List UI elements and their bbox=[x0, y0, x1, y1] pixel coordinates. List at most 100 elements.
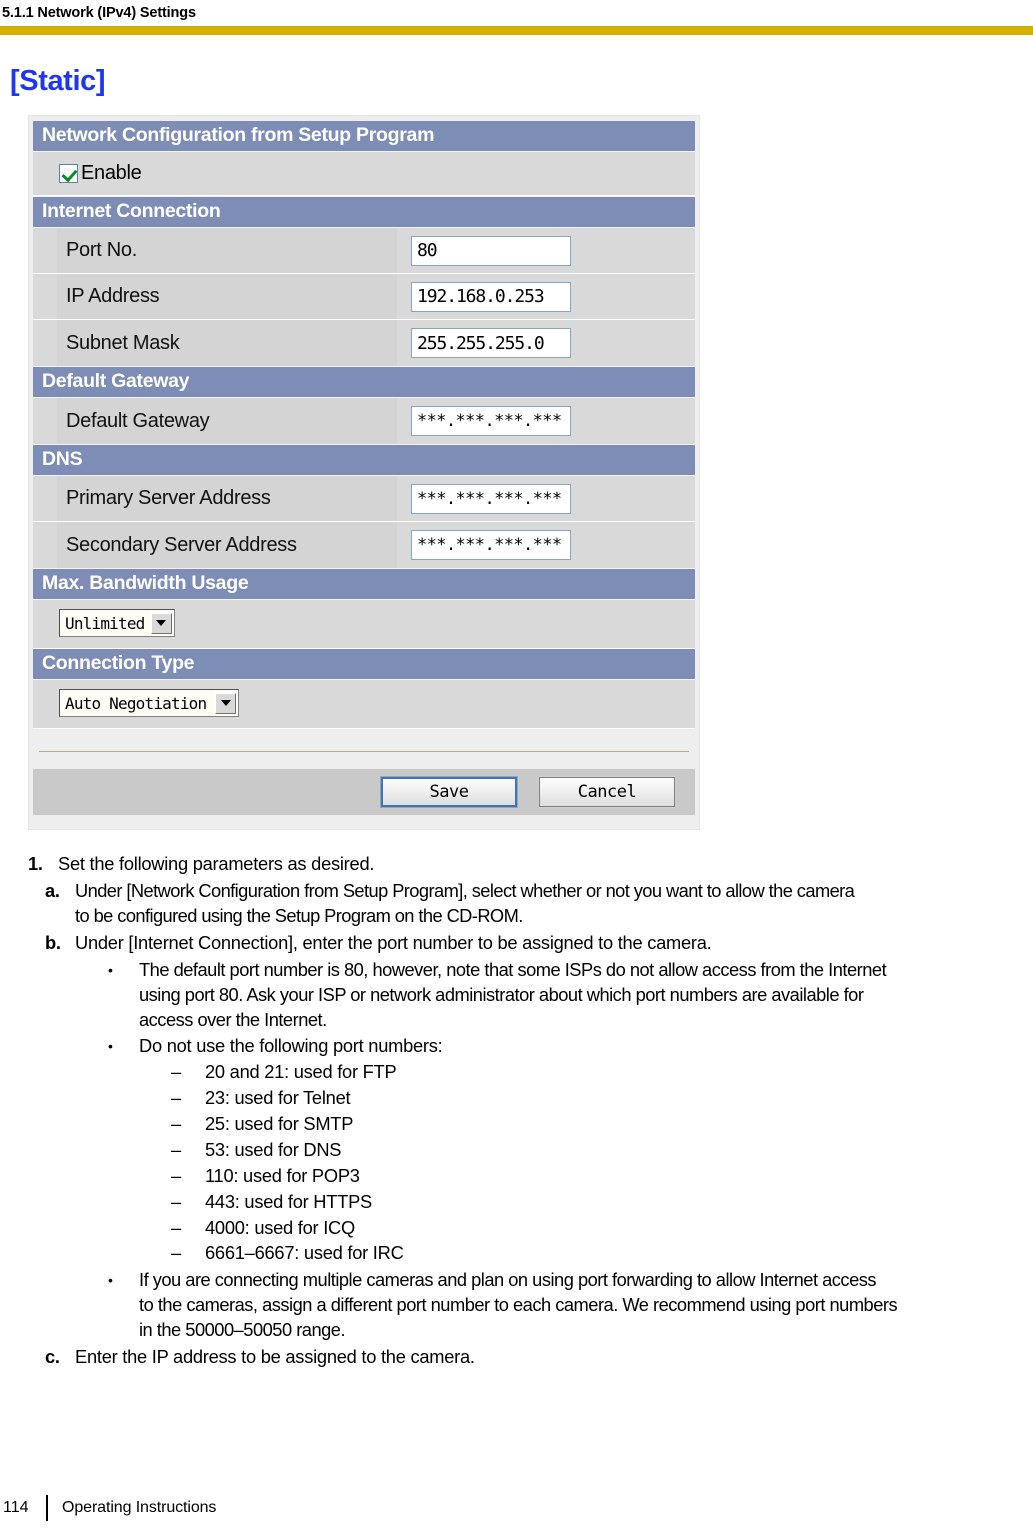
form-bottom-band bbox=[33, 815, 695, 824]
bullet-icon: • bbox=[108, 1272, 113, 1289]
port-list-item-text: 25: used for SMTP bbox=[205, 1113, 354, 1135]
section-body-default-gateway: Default Gateway ***.***.***.*** bbox=[33, 398, 695, 446]
footer-divider bbox=[46, 1495, 48, 1521]
substep-b-line-1: Under [Internet Connection], enter the p… bbox=[75, 931, 712, 953]
port-list-item: – 53: used for DNS bbox=[171, 1138, 1033, 1163]
field-value-secondary-server-address: ***.***.***.*** bbox=[397, 522, 695, 569]
max-bandwidth-usage-value: Unlimited bbox=[65, 613, 145, 633]
port-list-item-text: 110: used for POP3 bbox=[205, 1164, 360, 1186]
substep-a-body: Under [Network Configuration from Setup … bbox=[75, 879, 1033, 929]
field-value-subnet-mask: 255.255.255.0 bbox=[397, 320, 695, 367]
default-gateway-input[interactable]: ***.***.***.*** bbox=[411, 406, 571, 437]
port-no-input[interactable]: 80 bbox=[411, 235, 571, 266]
section-header-internet-connection: Internet Connection bbox=[33, 197, 695, 229]
port-list-item: – 25: used for SMTP bbox=[171, 1112, 1033, 1137]
field-row-primary-server-address: Primary Server Address ***.***.***.*** bbox=[33, 476, 695, 523]
chevron-down-icon[interactable] bbox=[150, 612, 172, 634]
field-label-subnet-mask: Subnet Mask bbox=[57, 320, 397, 367]
connection-type-value: Auto Negotiation bbox=[65, 693, 207, 713]
bullet-default-port-body: The default port number is 80, however, … bbox=[139, 958, 1033, 1033]
primary-server-address-input[interactable]: ***.***.***.*** bbox=[411, 483, 571, 514]
substep-b-marker: b. bbox=[45, 931, 61, 953]
bullet-default-port-line-3: access over the Internet. bbox=[139, 1008, 327, 1030]
max-bandwidth-usage-select[interactable]: Unlimited bbox=[59, 609, 175, 638]
dash-icon: – bbox=[171, 1138, 181, 1160]
dash-icon: – bbox=[171, 1190, 181, 1212]
settings-screenshot: Network Configuration from Setup Program… bbox=[28, 115, 700, 831]
substep-c-body: Enter the IP address to be assigned to t… bbox=[75, 1345, 475, 1367]
port-list-item: – 110: used for POP3 bbox=[171, 1164, 1033, 1189]
section-header-default-gateway: Default Gateway bbox=[33, 367, 695, 399]
field-row-default-gateway: Default Gateway ***.***.***.*** bbox=[33, 398, 695, 445]
section-body-internet-connection: Port No. 80 IP Address 192.168.0.253 Sub… bbox=[33, 228, 695, 368]
bullet-port-forwarding-line-2: to the cameras, assign a different port … bbox=[139, 1294, 898, 1316]
section-header-network-configuration: Network Configuration from Setup Program bbox=[33, 121, 695, 153]
bullet-do-not-use-ports-body: Do not use the following port numbers: bbox=[139, 1035, 443, 1057]
secondary-server-address-input[interactable]: ***.***.***.*** bbox=[411, 530, 571, 561]
cancel-button[interactable]: Cancel bbox=[538, 776, 676, 809]
enable-checkbox-row[interactable]: Enable bbox=[33, 152, 695, 197]
substep-a-line-1: Under [Network Configuration from Setup … bbox=[75, 880, 855, 902]
port-list-item-text: 443: used for HTTPS bbox=[205, 1190, 372, 1212]
field-label-ip-address: IP Address bbox=[57, 274, 397, 320]
port-list-item: – 23: used for Telnet bbox=[171, 1086, 1033, 1111]
port-list-item: – 4000: used for ICQ bbox=[171, 1216, 1033, 1241]
section-header-connection-type: Connection Type bbox=[33, 649, 695, 681]
field-row-port-no: Port No. 80 bbox=[33, 228, 695, 275]
page-title: [Static] bbox=[10, 65, 106, 97]
port-list-item-text: 6661–6667: used for IRC bbox=[205, 1242, 404, 1264]
dash-icon: – bbox=[171, 1242, 181, 1264]
field-label-primary-server-address: Primary Server Address bbox=[57, 476, 397, 522]
port-list-item: – 443: used for HTTPS bbox=[171, 1190, 1033, 1215]
ip-address-input[interactable]: 192.168.0.253 bbox=[411, 281, 571, 312]
port-list-item-text: 23: used for Telnet bbox=[205, 1087, 351, 1109]
form-spacer bbox=[33, 729, 695, 752]
bullet-port-forwarding-line-1: If you are connecting multiple cameras a… bbox=[139, 1269, 877, 1291]
checkbox-checked-icon[interactable] bbox=[59, 164, 78, 184]
substep-c-marker: c. bbox=[45, 1345, 60, 1367]
bullet-default-port-line-2: using port 80. Ask your ISP or network a… bbox=[139, 983, 864, 1005]
footer-label: Operating Instructions bbox=[62, 1499, 217, 1516]
section-body-max-bandwidth-usage: Unlimited bbox=[33, 600, 695, 650]
substep-b-body: Under [Internet Connection], enter the p… bbox=[75, 931, 1033, 956]
field-row-subnet-mask: Subnet Mask 255.255.255.0 bbox=[33, 320, 695, 367]
bullet-port-forwarding-body: If you are connecting multiple cameras a… bbox=[139, 1268, 1033, 1343]
bullet-icon: • bbox=[108, 1038, 113, 1055]
dash-icon: – bbox=[171, 1113, 181, 1135]
instruction-body: 1. Set the following parameters as desir… bbox=[0, 852, 1033, 1370]
step-1: 1. Set the following parameters as desir… bbox=[28, 852, 1033, 877]
substep-c: c. Enter the IP address to be assigned t… bbox=[45, 1345, 1033, 1370]
chevron-down-icon[interactable] bbox=[215, 692, 236, 714]
bullet-do-not-use-ports: • Do not use the following port numbers: bbox=[108, 1034, 1033, 1059]
section-body-connection-type: Auto Negotiation bbox=[33, 680, 695, 730]
substep-a: a. Under [Network Configuration from Set… bbox=[45, 879, 1033, 929]
field-value-default-gateway: ***.***.***.*** bbox=[397, 398, 695, 445]
field-row-secondary-server-address: Secondary Server Address ***.***.***.*** bbox=[33, 522, 695, 569]
bullet-port-forwarding: • If you are connecting multiple cameras… bbox=[108, 1268, 1033, 1343]
footer-page-number: 114 bbox=[3, 1499, 29, 1516]
connection-type-select[interactable]: Auto Negotiation bbox=[59, 689, 239, 718]
port-list-item-text: 53: used for DNS bbox=[205, 1138, 342, 1160]
port-list-item: – 6661–6667: used for IRC bbox=[171, 1241, 1033, 1266]
bullet-default-port: • The default port number is 80, however… bbox=[108, 958, 1033, 1033]
dash-icon: – bbox=[171, 1087, 181, 1109]
field-label-port-no: Port No. bbox=[57, 228, 397, 274]
page-footer: 114 Operating Instructions bbox=[0, 1495, 216, 1521]
form-button-bar: Save Cancel bbox=[33, 769, 695, 816]
substep-a-line-2: to be configured using the Setup Program… bbox=[75, 905, 523, 927]
subnet-mask-input[interactable]: 255.255.255.0 bbox=[411, 328, 571, 359]
bullet-port-forwarding-line-3: in the 50000–50050 range. bbox=[139, 1319, 346, 1341]
step-1-text: Set the following parameters as desired. bbox=[58, 853, 375, 875]
enable-checkbox-label: Enable bbox=[81, 162, 142, 185]
field-row-ip-address: IP Address 192.168.0.253 bbox=[33, 274, 695, 321]
section-body-dns: Primary Server Address ***.***.***.*** S… bbox=[33, 476, 695, 570]
field-value-ip-address: 192.168.0.253 bbox=[397, 274, 695, 320]
dash-icon: – bbox=[171, 1164, 181, 1186]
bullet-default-port-line-1: The default port number is 80, however, … bbox=[139, 958, 887, 980]
section-header-dns: DNS bbox=[33, 445, 695, 477]
page-running-head: 5.1.1 Network (IPv4) Settings bbox=[0, 0, 1033, 21]
field-label-default-gateway: Default Gateway bbox=[57, 398, 397, 445]
dash-icon: – bbox=[171, 1216, 181, 1238]
step-1-number: 1. bbox=[28, 853, 43, 875]
save-button[interactable]: Save bbox=[380, 776, 518, 809]
